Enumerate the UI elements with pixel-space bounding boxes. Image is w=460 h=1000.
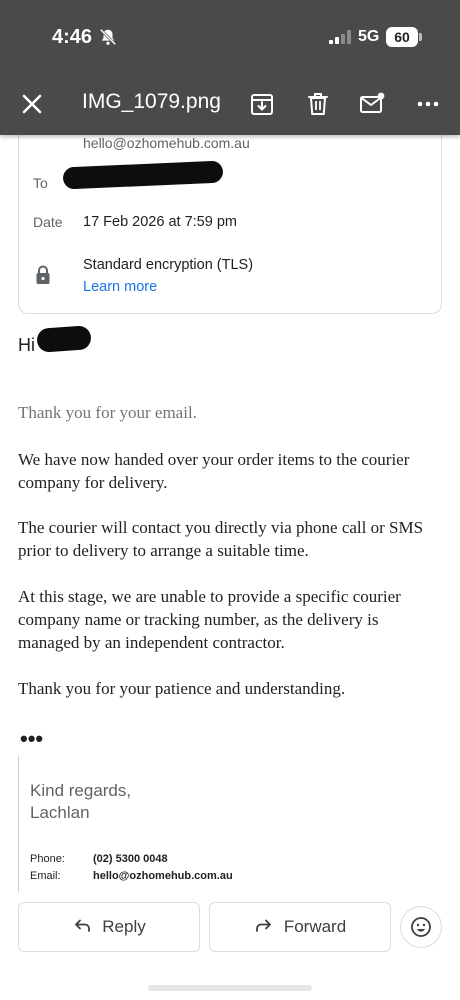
top-app-bar: 4:46 5G 60 IMG_1079.png (0, 0, 460, 135)
message-details-card: hello@ozhomehub.com.au To Date 17 Feb 20… (18, 110, 442, 314)
viewer-toolbar: IMG_1079.png (0, 82, 460, 126)
emoji-reaction-icon (411, 917, 431, 937)
date-label: Date (33, 214, 63, 230)
body-paragraph-5: Thank you for your patience and understa… (18, 679, 346, 698)
redacted-name (36, 325, 92, 353)
reply-icon (75, 919, 91, 932)
attachment-title: IMG_1079.png (82, 90, 221, 113)
to-label: To (33, 175, 48, 191)
lock-icon (36, 265, 50, 284)
more-icon[interactable] (414, 90, 442, 118)
reply-label: Reply (102, 917, 146, 936)
battery-tip (419, 33, 422, 41)
regards-line: Kind regards, (30, 781, 132, 800)
phone-value[interactable]: (02) 5300 0048 (93, 853, 168, 865)
learn-more-link[interactable]: Learn more (83, 279, 157, 295)
date-value: 17 Feb 2026 at 7:59 pm (83, 214, 237, 230)
home-indicator (148, 985, 312, 991)
sender-email: hello@ozhomehub.com.au (83, 135, 250, 151)
signature-regards: Kind regards, Lachlan (30, 780, 131, 824)
status-bar: 4:46 5G 60 (0, 24, 460, 52)
bell-muted-icon (99, 28, 117, 46)
greeting: Hi (18, 335, 35, 355)
body-paragraph-3: The courier will contact you directly vi… (18, 518, 424, 560)
quoted-signature: Kind regards, Lachlan Phone: (02) 5300 0… (18, 756, 318, 892)
body-paragraph-2: We have now handed over your order items… (18, 450, 410, 492)
close-icon[interactable] (18, 90, 46, 118)
body-paragraph-4: At this stage, we are unable to provide … (18, 587, 401, 652)
battery-level: 60 (386, 27, 418, 47)
forward-icon (255, 919, 271, 932)
body-paragraph-1: Thank you for your email. (18, 403, 197, 422)
archive-icon[interactable] (248, 90, 276, 118)
delete-icon[interactable] (304, 90, 332, 118)
network-type: 5G (358, 28, 380, 45)
mark-unread-icon[interactable] (358, 90, 386, 118)
emoji-reaction-button[interactable] (400, 906, 442, 948)
reply-button[interactable]: Reply (18, 902, 200, 952)
cell-signal-icon (329, 30, 351, 44)
redacted-recipient (62, 160, 224, 190)
phone-label: Phone: (30, 853, 65, 865)
status-time: 4:46 (52, 26, 93, 48)
encryption-status: Standard encryption (TLS) (83, 257, 254, 273)
sender-name: Lachlan (30, 803, 90, 822)
forward-label: Forward (283, 917, 347, 936)
email-label: Email: (30, 870, 61, 882)
show-trimmed-content-button[interactable]: ••• (20, 726, 43, 752)
email-value[interactable]: hello@ozhomehub.com.au (93, 870, 233, 882)
forward-button[interactable]: Forward (209, 902, 391, 952)
